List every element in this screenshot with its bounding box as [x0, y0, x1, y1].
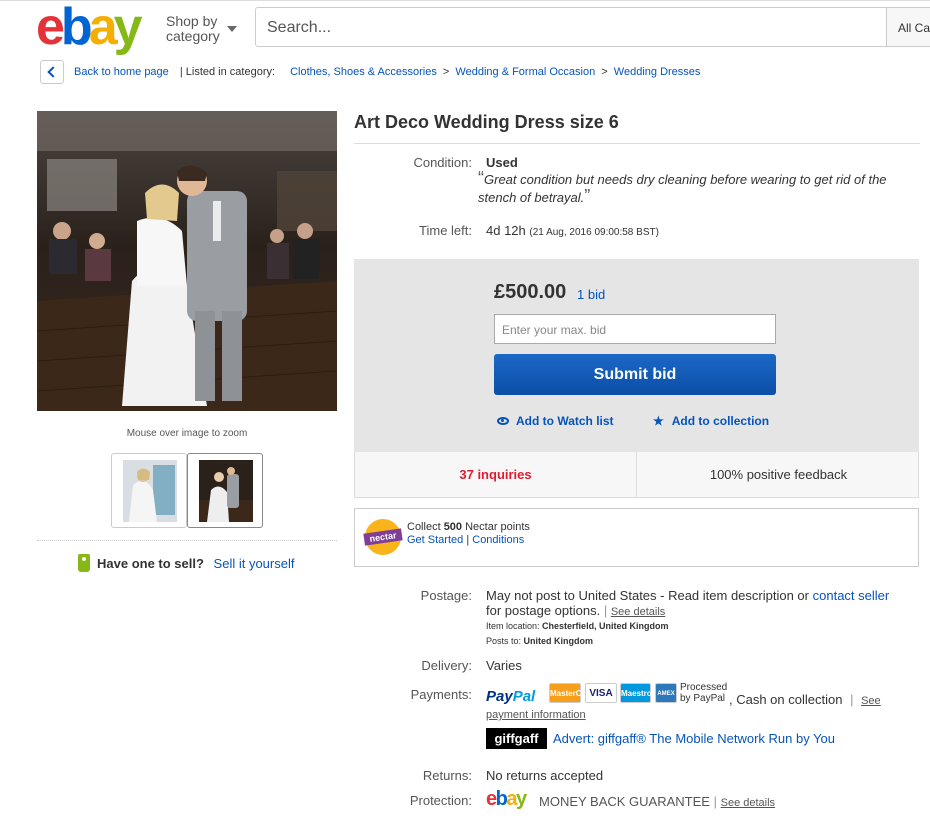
thumbnail-image: [199, 460, 253, 522]
postage-see-details-link[interactable]: See details: [611, 606, 665, 618]
postage-label: Postage:: [420, 588, 472, 603]
paypal-logo: PayPal: [486, 688, 536, 705]
chevron-down-icon: [227, 26, 237, 32]
nectar-logo: nectar: [363, 519, 403, 555]
sell-promo: Have one to sell? Sell it yourself: [78, 554, 294, 572]
posts-to: Posts to: United Kingdom: [486, 636, 594, 646]
returns-label: Returns:: [422, 768, 472, 783]
ebay-logo[interactable]: ebay: [36, 1, 143, 53]
add-to-watch-list-button[interactable]: Add to Watch list: [497, 414, 614, 428]
breadcrumb: Back to home page | Listed in category: …: [74, 66, 701, 78]
add-to-collection-button[interactable]: ★ Add to collection: [653, 414, 769, 428]
category-label: category: [166, 28, 220, 44]
title-divider: [354, 143, 920, 144]
star-icon: ★: [653, 414, 664, 428]
payment-information-link[interactable]: payment information: [486, 709, 586, 721]
postage-info: May not post to United States - Read ite…: [486, 588, 890, 618]
back-to-home-link[interactable]: Back to home page: [74, 66, 169, 78]
processed-by-paypal: Processed by PayPal: [680, 682, 728, 704]
delivery-label: Delivery:: [421, 658, 472, 673]
top-border: [0, 0, 930, 6]
sell-it-yourself-link[interactable]: Sell it yourself: [214, 556, 295, 571]
listed-in-label: | Listed in category:: [179, 66, 276, 78]
price-tag-icon: [78, 554, 90, 572]
ebay-small-logo: ebay: [486, 788, 527, 810]
delivery-value: Varies: [486, 658, 522, 673]
seller-stats: 37 inquiries 100% positive feedback: [354, 452, 919, 498]
breadcrumb-item-wedding-dresses[interactable]: Wedding Dresses: [614, 66, 701, 78]
giffgaff-advert-link[interactable]: Advert: giffgaff® The Mobile Network Run…: [553, 731, 835, 746]
protection-see-details-link[interactable]: See details: [721, 797, 775, 809]
shop-by-category-button[interactable]: Shop by category: [166, 13, 237, 44]
thumbnail-1[interactable]: [111, 453, 187, 528]
nectar-promo: nectar Collect 500 Nectar points Get Sta…: [354, 508, 919, 567]
item-location: Item location: Chesterfield, United King…: [486, 621, 669, 631]
divider: [37, 540, 337, 541]
positive-feedback: 100% positive feedback: [709, 467, 848, 482]
money-back-guarantee: MONEY BACK GUARANTEE | See details: [539, 794, 776, 809]
visa-icon: VISA: [585, 683, 617, 703]
end-date: (21 Aug, 2016 09:00:58 BST): [529, 227, 659, 238]
shop-by-label: Shop by: [166, 13, 218, 29]
cash-on-collection: , Cash on collection | See: [729, 692, 881, 707]
thumbnail-image: [123, 460, 177, 522]
conditions-link[interactable]: Conditions: [472, 534, 524, 546]
giffgaff-logo[interactable]: giffgaff: [486, 728, 547, 749]
zoom-hint: Mouse over image to zoom: [126, 428, 248, 439]
mastercard-icon: MasterCard: [549, 683, 594, 703]
condition-value: Used: [486, 155, 518, 170]
breadcrumb-item-wedding-formal[interactable]: Wedding & Formal Occasion: [455, 66, 595, 78]
amex-icon: AMEX: [655, 683, 677, 703]
sell-question: Have one to sell?: [97, 556, 204, 571]
breadcrumb-item-clothes[interactable]: Clothes, Shoes & Accessories: [290, 66, 437, 78]
get-started-link[interactable]: Get Started: [407, 534, 463, 546]
inquiries-count: 37 inquiries: [355, 452, 637, 497]
submit-bid-button[interactable]: Submit bid: [494, 354, 776, 395]
main-item-image[interactable]: [37, 111, 337, 411]
max-bid-input[interactable]: Enter your max. bid: [494, 314, 776, 344]
bid-count-link[interactable]: 1 bid: [577, 287, 605, 302]
category-select[interactable]: All Ca: [886, 7, 930, 47]
nectar-text: Collect 500 Nectar points Get Started | …: [407, 521, 530, 546]
item-title: Art Deco Wedding Dress size 6: [354, 112, 619, 132]
thumbnail-2[interactable]: [187, 453, 263, 528]
returns-value: No returns accepted: [486, 768, 604, 783]
condition-label: Condition:: [413, 155, 472, 170]
payments-label: Payments:: [410, 687, 472, 702]
contact-seller-link[interactable]: contact seller: [813, 588, 890, 603]
time-left-value: 4d 12h (21 Aug, 2016 09:00:58 BST): [486, 223, 659, 238]
current-price: £500.00: [494, 281, 567, 303]
maestro-icon: Maestro: [620, 683, 652, 703]
eye-icon: [497, 417, 509, 425]
time-left-label: Time left:: [419, 223, 472, 238]
payments-see-link[interactable]: See: [861, 695, 881, 707]
protection-label: Protection:: [409, 793, 472, 808]
condition-description: “Great condition but needs dry cleaning …: [478, 168, 887, 206]
search-input[interactable]: Search...: [255, 7, 930, 47]
back-button[interactable]: [40, 60, 64, 84]
chevron-left-icon: [47, 66, 59, 78]
